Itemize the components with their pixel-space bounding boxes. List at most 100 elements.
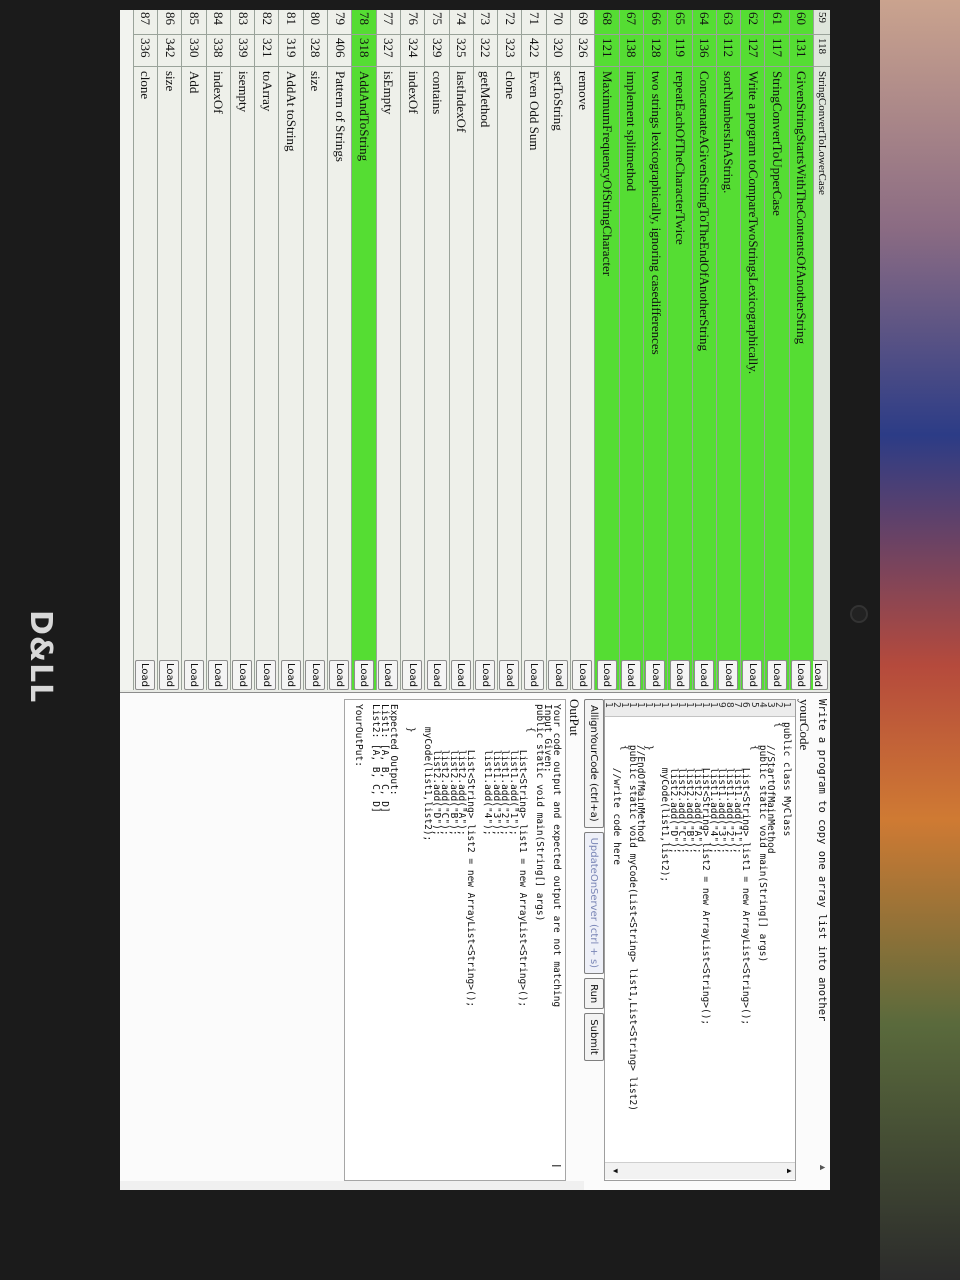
load-button[interactable]: Load [620, 660, 641, 690]
problem-row[interactable]: 69 326 remove Load [570, 10, 595, 690]
load-button[interactable]: Load [596, 660, 617, 690]
problem-name[interactable]: indexOf [405, 67, 421, 690]
problem-name[interactable]: Even Odd Sum [526, 67, 542, 690]
problem-name[interactable]: AddAt toString [283, 67, 299, 690]
problem-name[interactable]: setToString [550, 67, 566, 690]
load-button[interactable]: Load [256, 660, 277, 690]
problem-row[interactable]: 77 327 isEmpty Load [375, 10, 400, 690]
problem-name[interactable]: Write a program toCompareTwoStringsLexic… [745, 67, 761, 690]
problem-row[interactable]: 70 320 setToString Load [545, 10, 571, 690]
load-button[interactable]: Load [377, 660, 398, 690]
problem-name[interactable]: GivenStringStartsWithTheContentsOfAnothe… [793, 67, 809, 690]
problem-name[interactable]: AddAndToString [356, 67, 372, 690]
submit-button[interactable]: Submit [584, 1013, 604, 1061]
problem-name[interactable]: indexOf [210, 67, 226, 690]
problem-name[interactable]: ConcatenateAGivenStringToTheEndOfAnother… [696, 67, 712, 690]
problem-id: 322 [473, 35, 498, 67]
problem-name[interactable]: clone [502, 67, 518, 690]
problem-name[interactable]: size [162, 67, 178, 690]
problem-name[interactable]: implement splitmethod [623, 67, 639, 690]
load-button[interactable]: Load [183, 660, 204, 690]
problem-row[interactable]: 85 330 Add Load [181, 10, 206, 690]
problem-row[interactable]: 87 336 clone Load [132, 10, 157, 690]
load-button[interactable]: Load [572, 660, 593, 690]
problem-name[interactable]: Add [186, 67, 202, 690]
problem-name[interactable]: contains [429, 67, 445, 690]
problem-row[interactable]: 62 127 Write a program toCompareTwoStrings… [740, 10, 765, 690]
problem-row[interactable]: 83 339 isempty Load [229, 10, 255, 690]
load-button[interactable]: Load [791, 660, 811, 690]
problem-name[interactable]: toArray [259, 67, 275, 690]
scroll-down-arrow-icon[interactable]: ▼ [606, 1163, 620, 1179]
problem-row[interactable]: 84 338 indexOf Load [205, 10, 230, 690]
problem-row[interactable]: 86 342 size Load [156, 10, 182, 690]
scroll-up-arrow-icon[interactable]: ▲ [780, 1163, 794, 1179]
problem-id: 128 [643, 35, 668, 67]
load-button[interactable]: Load [402, 660, 423, 690]
problem-name[interactable]: size [307, 67, 323, 690]
problem-row[interactable]: 79 406 Pattern of Strings Load [327, 10, 352, 690]
load-button[interactable]: Load [669, 660, 690, 690]
load-button[interactable]: Load [718, 660, 739, 690]
problem-row[interactable]: 72 323 clone Load [497, 10, 522, 690]
load-button[interactable]: Load [329, 660, 350, 690]
problem-name[interactable]: isEmpty [380, 67, 396, 690]
problem-id: 325 [449, 35, 473, 67]
align-code-button[interactable]: AllignYourCode (ctrl+a) [584, 699, 604, 828]
load-button[interactable]: Load [426, 660, 447, 690]
load-button[interactable]: Load [693, 660, 714, 690]
problem-row[interactable]: 80 328 size Load [302, 10, 328, 690]
problem-row[interactable]: 66 128 two strings lexicographically, igno… [642, 10, 668, 690]
problem-name[interactable]: Pattern of Strings [332, 67, 348, 690]
problem-name[interactable]: lastIndexOf [453, 67, 469, 690]
problem-name[interactable]: getMethod [478, 67, 494, 690]
load-button[interactable]: Load [450, 660, 471, 690]
code-editor[interactable]: 12345678911111111111121 public class MyC… [604, 699, 796, 1181]
load-button[interactable]: Load [353, 660, 374, 690]
load-button[interactable]: Load [499, 660, 520, 690]
problem-row[interactable]: 73 322 getMethod Load [472, 10, 498, 690]
problem-row[interactable]: 67 138 implement splitmethod Load [618, 10, 643, 690]
problem-row[interactable]: 63 112 sortNumbersInAString. Load [715, 10, 741, 690]
load-button[interactable]: Load [742, 660, 763, 690]
problem-row[interactable]: 81 319 AddAt toString Load [278, 10, 303, 690]
problem-row[interactable]: 76 324 indexOf Load [399, 10, 425, 690]
problem-name[interactable]: sortNumbersInAString. [720, 67, 736, 690]
load-button[interactable]: Load [548, 660, 569, 690]
load-button[interactable]: Load [766, 660, 787, 690]
collapse-icon[interactable]: ▲ [818, 1163, 828, 1172]
editor-scrollbar[interactable]: ▲ ▼ [605, 1162, 795, 1179]
problem-name[interactable]: remove [575, 67, 591, 690]
load-button[interactable]: Load [207, 660, 228, 690]
problem-row[interactable]: 61 117 StringConvertToUpperCase Load [764, 10, 789, 690]
problem-name[interactable]: StringConvertToUpperCase [769, 67, 785, 690]
problem-row[interactable]: 64 136 ConcatenateAGivenStringToTheEndOfAn… [691, 10, 716, 690]
row-number: 73 [473, 10, 498, 35]
problem-name[interactable]: repeatEachOfTheCharacterTwice [672, 67, 688, 690]
load-button[interactable]: Load [280, 660, 301, 690]
problem-name[interactable]: two strings lexicographically, ignoring … [648, 67, 664, 690]
problem-row[interactable]: 74 325 lastIndexOf Load [448, 10, 473, 690]
page-scrollbar[interactable] [120, 1181, 584, 1190]
run-button[interactable]: Run [584, 978, 604, 1010]
problem-row[interactable]: 71 422 Even Odd Sum Load [521, 10, 546, 690]
problem-row[interactable]: 65 119 repeatEachOfTheCharacterTwice Load [667, 10, 692, 690]
load-button[interactable]: Load [475, 660, 496, 690]
update-on-server-button[interactable]: UpdateOnServer (ctrl + s) [584, 831, 604, 975]
problem-row[interactable]: 78 318 AddAndToString Load [351, 10, 376, 690]
load-button[interactable]: Load [159, 660, 180, 690]
problem-name[interactable]: clone [137, 67, 153, 690]
load-button[interactable]: Load [523, 660, 544, 690]
problem-list-header-row[interactable]: 59 118 StringConvertToLowerCase Load [808, 10, 830, 690]
load-button[interactable]: Load [134, 660, 155, 690]
problem-name[interactable]: MaximumFrequencyOfStringCharacter [599, 67, 615, 690]
row-number: 61 [765, 10, 789, 35]
problem-row[interactable]: 68 121 MaximumFrequencyOfStringCharacter Lo… [594, 10, 619, 690]
load-button[interactable]: Load [305, 660, 326, 690]
load-button[interactable]: Load [645, 660, 666, 690]
problem-row[interactable]: 75 329 contains Load [424, 10, 449, 690]
problem-row[interactable]: 60 131 GivenStringStartsWithTheContentsOfA… [788, 10, 813, 690]
load-button[interactable]: Load [232, 660, 253, 690]
problem-row[interactable]: 82 321 toArray Load [254, 10, 279, 690]
problem-name[interactable]: isempty [235, 67, 251, 690]
